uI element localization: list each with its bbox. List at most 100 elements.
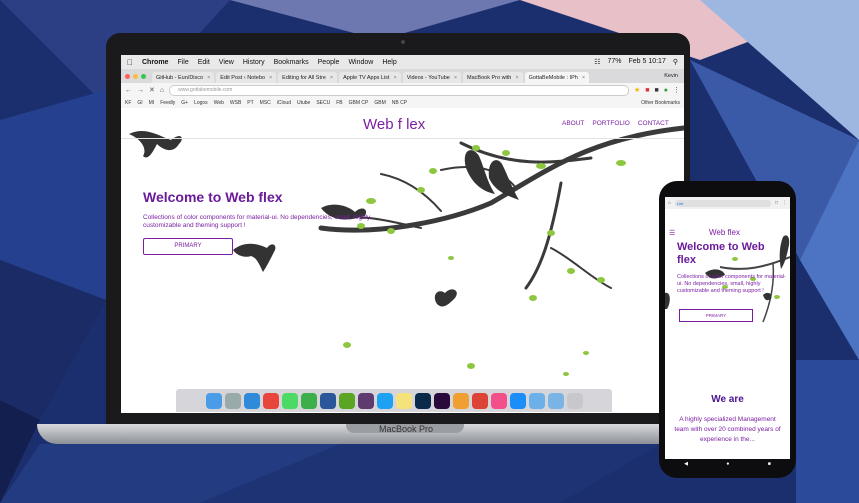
forward-icon[interactable]: → bbox=[137, 87, 144, 94]
menu-window[interactable]: Window bbox=[348, 59, 373, 66]
apple-icon[interactable]:  bbox=[127, 58, 133, 67]
photoshop-icon[interactable] bbox=[414, 392, 431, 409]
browser-tab-active[interactable]: GottaBeMobile : IPh × bbox=[524, 72, 590, 83]
finder-icon[interactable] bbox=[205, 392, 222, 409]
close-tab-icon[interactable]: × bbox=[515, 75, 518, 81]
zoom-window-button[interactable] bbox=[141, 73, 146, 79]
close-tab-icon[interactable]: × bbox=[330, 75, 333, 81]
profile-name[interactable]: Kevin bbox=[664, 73, 678, 79]
browser-toolbar: ← → ✕ ⌂ www.gottabemobile.com ★ ■ ■ ● ⋮ bbox=[121, 83, 684, 97]
back-icon[interactable]: ◀ bbox=[684, 461, 688, 467]
close-tab-icon[interactable]: × bbox=[393, 75, 396, 81]
bookmark-item[interactable]: KF bbox=[125, 100, 131, 106]
twitter-icon[interactable] bbox=[376, 392, 393, 409]
window-controls bbox=[125, 69, 146, 83]
phone-site-logo[interactable]: Web flex bbox=[709, 228, 740, 237]
nav-portfolio[interactable]: PORTFOLIO bbox=[592, 120, 629, 127]
recents-icon[interactable]: ■ bbox=[768, 461, 771, 467]
close-window-button[interactable] bbox=[125, 73, 130, 79]
safari-icon[interactable] bbox=[243, 392, 260, 409]
bookmark-item[interactable]: NB CP bbox=[392, 100, 407, 106]
mac-menubar:  Chrome File Edit View History Bookmark… bbox=[121, 55, 684, 69]
launchpad-icon[interactable] bbox=[224, 392, 241, 409]
home-button-icon[interactable]: ● bbox=[726, 461, 729, 467]
spotlight-icon[interactable]: ⚲ bbox=[673, 58, 678, 66]
bookmark-item[interactable]: PT bbox=[247, 100, 253, 106]
menu-chrome[interactable]: Chrome bbox=[142, 59, 168, 66]
home-icon[interactable]: ⌂ bbox=[160, 87, 164, 94]
browser-tab[interactable]: GitHub - Eun/Disco × bbox=[152, 72, 215, 83]
extension-icon[interactable]: ● bbox=[664, 87, 668, 94]
nav-contact[interactable]: CONTACT bbox=[638, 120, 669, 127]
laptop-camera bbox=[401, 40, 405, 44]
menu-help[interactable]: Help bbox=[382, 59, 396, 66]
close-tab-icon[interactable]: × bbox=[269, 75, 272, 81]
bookmark-item[interactable]: iCloud bbox=[277, 100, 291, 106]
nav-about[interactable]: ABOUT bbox=[562, 120, 584, 127]
menu-history[interactable]: History bbox=[243, 59, 265, 66]
menu-view[interactable]: View bbox=[219, 59, 234, 66]
browser-tab[interactable]: Edit Post ‹ Notebo × bbox=[216, 72, 277, 83]
menu-file[interactable]: File bbox=[177, 59, 188, 66]
extension-icon[interactable]: ■ bbox=[645, 87, 649, 94]
site-logo[interactable]: Web f lex bbox=[363, 116, 425, 133]
close-tab-icon[interactable]: × bbox=[582, 75, 585, 81]
phone-screen: ⌂ Lite □ ⋮ ☰ Web flex Welcome to Web fle… bbox=[665, 197, 790, 459]
back-icon[interactable]: ← bbox=[125, 87, 132, 94]
menu-edit[interactable]: Edit bbox=[198, 59, 210, 66]
tab-title: Editing for All Stre bbox=[282, 74, 326, 81]
bookmark-item[interactable]: GBM bbox=[374, 100, 385, 106]
bookmark-item[interactable]: GBM CP bbox=[349, 100, 369, 106]
wifi-icon[interactable]: ☷ bbox=[594, 58, 600, 66]
evernote-icon[interactable] bbox=[338, 392, 355, 409]
mac-dock bbox=[176, 389, 612, 412]
folder-icon[interactable] bbox=[528, 392, 545, 409]
stop-icon[interactable]: ✕ bbox=[149, 86, 155, 94]
bookmark-item[interactable]: FB bbox=[336, 100, 342, 106]
minimize-window-button[interactable] bbox=[133, 73, 138, 79]
menu-people[interactable]: People bbox=[318, 59, 340, 66]
facetime-icon[interactable] bbox=[300, 392, 317, 409]
menu-bookmarks[interactable]: Bookmarks bbox=[274, 59, 309, 66]
menu-dots-icon[interactable]: ⋮ bbox=[673, 86, 680, 94]
bookmark-item[interactable]: Feedly bbox=[160, 100, 175, 106]
close-tab-icon[interactable]: × bbox=[207, 75, 210, 81]
browser-tab[interactable]: Videos - YouTube × bbox=[402, 72, 462, 83]
battery-percent[interactable]: 77% bbox=[607, 58, 621, 66]
hamburger-icon[interactable]: ☰ bbox=[669, 229, 675, 237]
app-store-icon[interactable] bbox=[509, 392, 526, 409]
bookmark-item[interactable]: MI bbox=[149, 100, 155, 106]
address-bar[interactable]: www.gottabemobile.com bbox=[169, 84, 630, 96]
chrome-icon[interactable] bbox=[471, 392, 488, 409]
browser-tab[interactable]: Editing for All Stre × bbox=[278, 72, 338, 83]
word-icon[interactable] bbox=[319, 392, 336, 409]
premiere-icon[interactable] bbox=[433, 392, 450, 409]
itunes-icon[interactable] bbox=[490, 392, 507, 409]
chrome-icon[interactable] bbox=[262, 392, 279, 409]
extension-icon[interactable]: ■ bbox=[655, 87, 659, 94]
bookmark-item[interactable]: Web bbox=[214, 100, 224, 106]
bookmark-item[interactable]: WSB bbox=[230, 100, 241, 106]
website-page: Web f lex ABOUT PORTFOLIO CONTACT Welcom… bbox=[121, 108, 684, 413]
bookmark-item[interactable]: G+ bbox=[181, 100, 188, 106]
browser-tab[interactable]: MacBook Pro with × bbox=[463, 72, 523, 83]
slack-icon[interactable] bbox=[357, 392, 374, 409]
phone-primary-button[interactable]: PRIMARY bbox=[679, 309, 753, 322]
bookmark-star-icon[interactable]: ★ bbox=[634, 86, 640, 94]
bookmark-item[interactable]: Logos bbox=[194, 100, 208, 106]
clock[interactable]: Feb 5 10:17 bbox=[628, 58, 665, 66]
downloads-icon[interactable] bbox=[547, 392, 564, 409]
bookmark-item[interactable]: GI bbox=[137, 100, 142, 106]
close-tab-icon[interactable]: × bbox=[454, 75, 457, 81]
messages-icon[interactable] bbox=[281, 392, 298, 409]
browser-tab[interactable]: Apple TV Apps List × bbox=[339, 72, 401, 83]
other-bookmarks[interactable]: Other Bookmarks bbox=[641, 100, 680, 106]
bookmark-item[interactable]: MSC bbox=[260, 100, 271, 106]
notes-icon[interactable] bbox=[395, 392, 412, 409]
trash-icon[interactable] bbox=[566, 392, 583, 409]
primary-button[interactable]: PRIMARY bbox=[143, 238, 233, 255]
phone-hero-title: Welcome to Web flex bbox=[677, 241, 765, 266]
photos-icon[interactable] bbox=[452, 392, 469, 409]
bookmark-item[interactable]: Utube bbox=[297, 100, 310, 106]
bookmark-item[interactable]: SECU bbox=[316, 100, 330, 106]
